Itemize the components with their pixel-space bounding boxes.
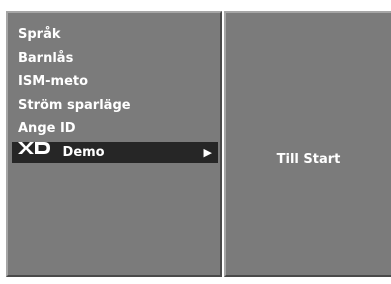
tv-osd-screen: Språk Barnlås ISM-meto Ström sparläge An… <box>0 0 391 284</box>
menu-item-label: Ström sparläge <box>18 97 131 113</box>
xd-logo-icon <box>18 140 50 161</box>
menu-item-label: Demo <box>62 144 105 160</box>
menu-item-label: ISM-meto <box>18 74 89 90</box>
menu-item-ange-id[interactable]: Ange ID <box>12 117 218 141</box>
menu-item-sprak[interactable]: Språk <box>12 23 218 47</box>
menu-item-label: Språk <box>18 27 61 42</box>
menu-panel: Språk Barnlås ISM-meto Ström sparläge An… <box>6 11 222 277</box>
right-triangle-icon: ▶ <box>203 145 212 159</box>
menu-item-label: Barnlås <box>18 50 74 66</box>
menu-item-ism-meto[interactable]: ISM-meto <box>12 70 218 94</box>
menu-item-barnlas[interactable]: Barnlås <box>12 47 218 71</box>
submenu-panel: Till Start <box>224 11 391 277</box>
menu-item-label: Ange ID <box>18 121 76 137</box>
menu-item-xd-demo[interactable]: Demo ▶ <box>12 140 218 163</box>
menu-item-strom-sparlage[interactable]: Ström sparläge <box>12 94 218 118</box>
menu-list: Språk Barnlås ISM-meto Ström sparläge An… <box>12 23 218 165</box>
till-start-option[interactable]: Till Start <box>226 152 391 167</box>
